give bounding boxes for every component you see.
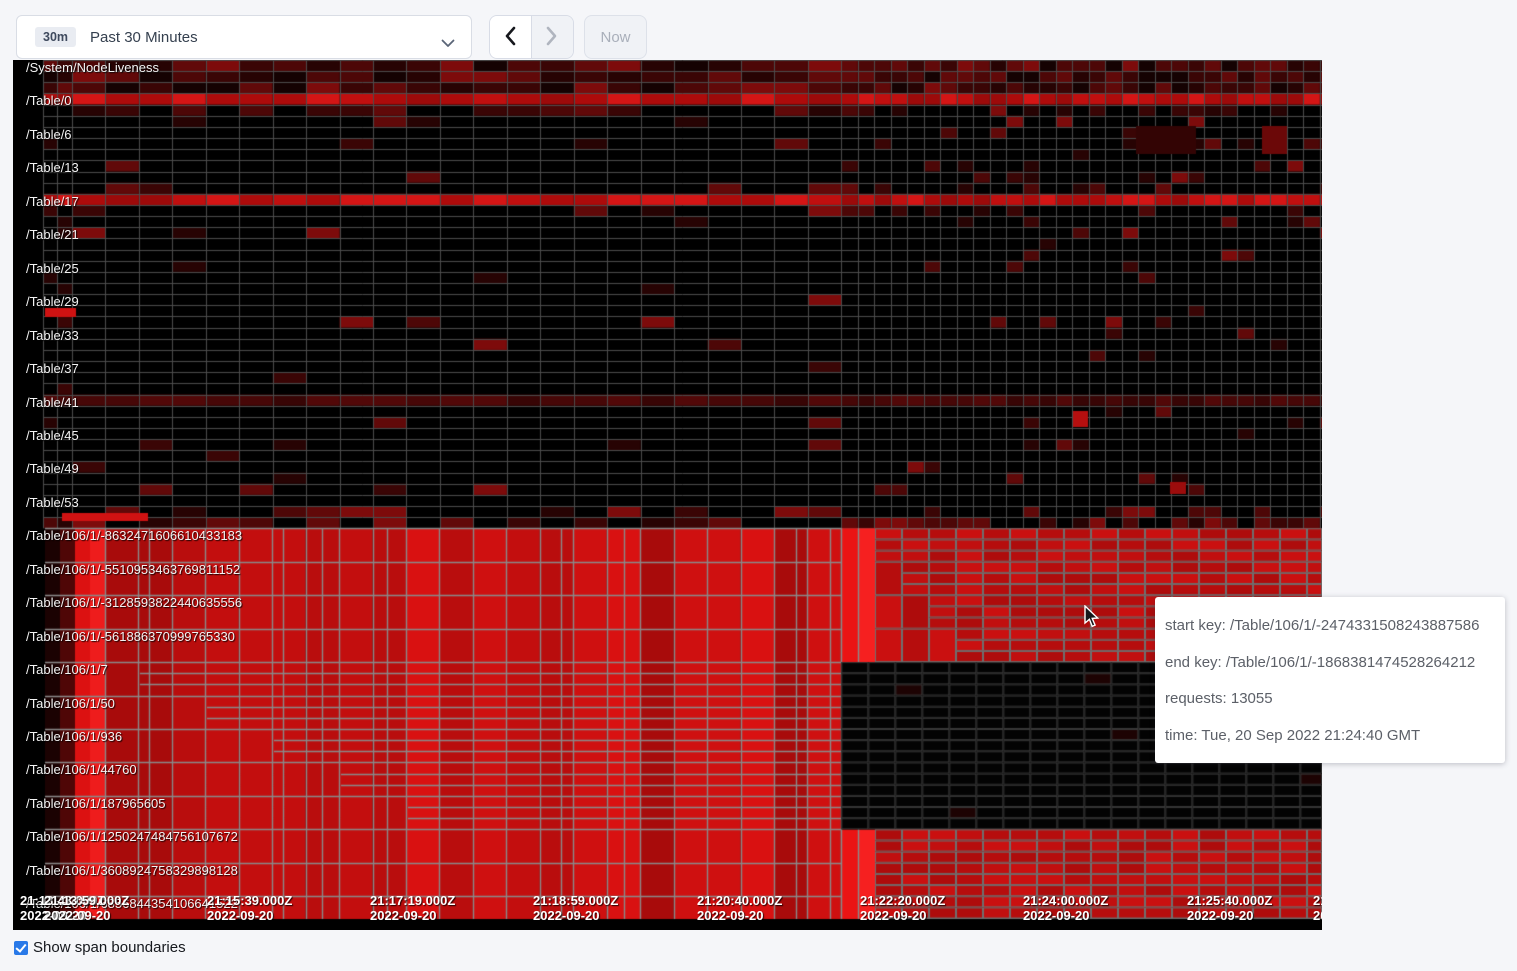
- next-time-button[interactable]: [532, 16, 574, 58]
- tooltip-start-key: start key: /Table/106/1/-247433150824388…: [1165, 608, 1493, 645]
- key-visualizer-heatmap[interactable]: /System/NodeLiveness/Table/0/Table/6/Tab…: [13, 60, 1322, 930]
- tooltip-time: time: Tue, 20 Sep 2022 21:24:40 GMT: [1165, 718, 1493, 755]
- show-span-boundaries-row: Show span boundaries: [14, 939, 186, 956]
- key-visualizer-page: 30m Past 30 Minutes Now /System/NodeLive…: [0, 0, 1517, 971]
- chevron-right-icon: [546, 26, 558, 49]
- chevron-down-icon: [441, 35, 455, 53]
- heatmap-canvas[interactable]: [13, 60, 1322, 930]
- time-range-badge: 30m: [35, 27, 76, 48]
- time-range-select[interactable]: 30m Past 30 Minutes: [16, 15, 472, 59]
- tooltip-end-key: end key: /Table/106/1/-18683814745282642…: [1165, 645, 1493, 682]
- now-button[interactable]: Now: [584, 15, 647, 59]
- tooltip-requests: requests: 13055: [1165, 681, 1493, 718]
- chevron-left-icon: [504, 26, 516, 49]
- time-range-label: Past 30 Minutes: [90, 29, 198, 46]
- prev-time-button[interactable]: [490, 16, 532, 58]
- show-span-boundaries-checkbox[interactable]: [14, 941, 28, 955]
- span-tooltip: start key: /Table/106/1/-247433150824388…: [1155, 597, 1505, 763]
- show-span-boundaries-label: Show span boundaries: [33, 939, 186, 956]
- time-nav-group: [489, 15, 574, 59]
